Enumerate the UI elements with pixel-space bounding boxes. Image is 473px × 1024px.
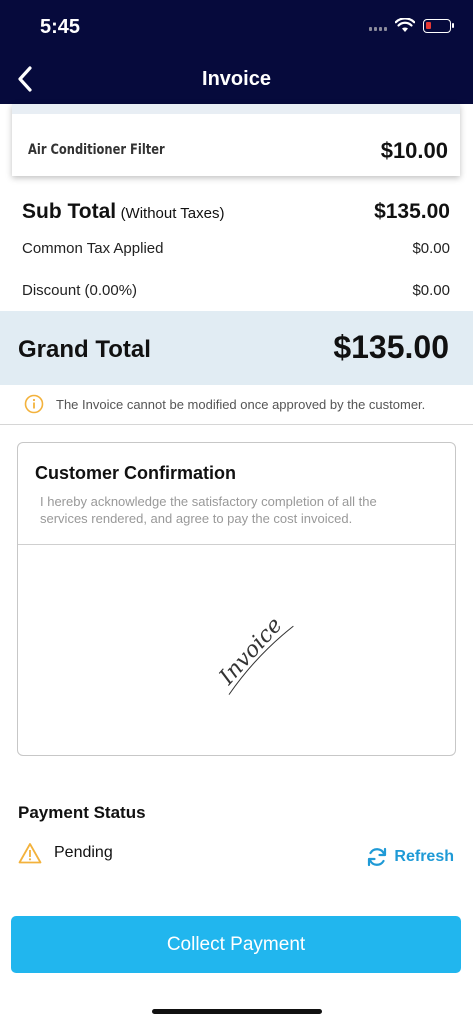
discount-row: Discount (0.00%) $0.00 — [22, 282, 450, 299]
confirmation-divider — [18, 544, 455, 545]
line-item-card: Air Conditioner Filter $10.00 — [12, 104, 460, 176]
battery-icon — [423, 18, 454, 33]
status-time: 5:45 — [40, 16, 81, 38]
refresh-label: Refresh — [394, 848, 454, 865]
signature-text: Invoice — [214, 613, 287, 691]
subtotal-value: $135.00 — [374, 200, 450, 223]
signature-pad[interactable]: Invoice — [198, 593, 308, 713]
line-item-price: $10.00 — [380, 138, 448, 163]
tax-label: Common Tax Applied — [22, 240, 164, 257]
home-indicator — [152, 1009, 322, 1014]
subtotal-note: (Without Taxes) — [120, 205, 225, 222]
top-bar: 5:45 Invoice — [0, 0, 473, 104]
grand-total-value: $135.00 — [333, 329, 449, 365]
payment-status: Pending — [18, 842, 113, 864]
grand-total-label: Grand Total — [18, 336, 151, 363]
wifi-icon — [395, 18, 415, 32]
subtotal-label-group: Sub Total (Without Taxes) — [22, 200, 225, 224]
page-title: Invoice — [202, 68, 271, 90]
notice-text: The Invoice cannot be modified once appr… — [56, 396, 426, 412]
payment-status-value: Pending — [54, 844, 113, 861]
signal-icon — [369, 21, 387, 31]
tax-row: Common Tax Applied $0.00 — [22, 240, 450, 257]
customer-confirmation-panel: Customer Confirmation I hereby acknowled… — [17, 442, 456, 756]
tax-value: $0.00 — [412, 240, 450, 257]
invoice-notice: The Invoice cannot be modified once appr… — [24, 394, 425, 414]
subtotal-row: Sub Total (Without Taxes) $135.00 — [22, 200, 450, 224]
line-item-name: Air Conditioner Filter — [28, 142, 165, 158]
discount-value: $0.00 — [412, 282, 450, 299]
status-icons — [369, 18, 454, 33]
payment-status-title: Payment Status — [18, 803, 146, 822]
confirmation-text: I hereby acknowledge the satisfactory co… — [40, 494, 377, 526]
refresh-button[interactable]: Refresh — [366, 846, 454, 868]
collect-payment-button[interactable]: Collect Payment — [11, 916, 461, 973]
warning-icon — [18, 843, 42, 864]
confirmation-title: Customer Confirmation — [35, 463, 237, 483]
grand-total-bar: Grand Total $135.00 — [0, 311, 473, 385]
discount-label: Discount (0.00%) — [22, 282, 138, 299]
refresh-icon — [368, 847, 387, 867]
subtotal-label: Sub Total — [22, 200, 117, 223]
divider — [0, 424, 473, 425]
info-icon — [24, 394, 44, 414]
